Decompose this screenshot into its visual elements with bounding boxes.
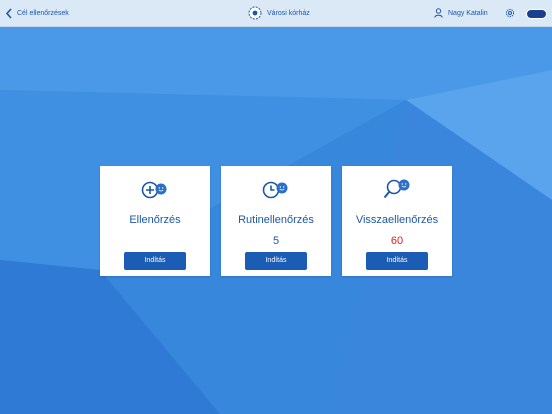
hospital-name: Városi kórház <box>267 9 310 17</box>
top-bar: Cél ellenőrzések Városi kórház Nagy Kata… <box>0 0 552 27</box>
user-name: Nagy Katalin <box>448 9 488 17</box>
start-button[interactable]: Indítás <box>124 252 186 270</box>
card-ellenorzes: Ellenőrzés Indítás <box>100 166 210 276</box>
back-label: Cél ellenőrzések <box>17 10 69 17</box>
card-visszaellenorzes: Visszaellenőrzés 60 Indítás <box>342 166 452 276</box>
user-icon <box>434 8 443 18</box>
plus-smiley-icon <box>141 181 167 199</box>
card-count: 60 <box>390 235 404 247</box>
brand-logo <box>526 9 547 19</box>
card-rutinellenorzes: Rutinellenőrzés 5 Indítás <box>221 166 331 276</box>
user-menu[interactable]: Nagy Katalin <box>434 8 488 18</box>
magnifier-smiley-icon <box>383 179 410 199</box>
chevron-left-icon <box>5 8 12 19</box>
card-title: Rutinellenőrzés <box>238 214 314 226</box>
hospital-indicator: Városi kórház <box>248 6 310 20</box>
start-button[interactable]: Indítás <box>245 252 307 270</box>
card-title: Ellenőrzés <box>129 214 181 226</box>
gear-icon[interactable] <box>505 8 515 18</box>
clock-smiley-icon <box>262 181 288 199</box>
card-count: 5 <box>272 235 280 247</box>
card-title: Visszaellenőrzés <box>355 214 439 226</box>
back-button[interactable]: Cél ellenőrzések <box>5 8 69 19</box>
hospital-logo-icon <box>248 6 262 20</box>
start-button[interactable]: Indítás <box>366 252 428 270</box>
